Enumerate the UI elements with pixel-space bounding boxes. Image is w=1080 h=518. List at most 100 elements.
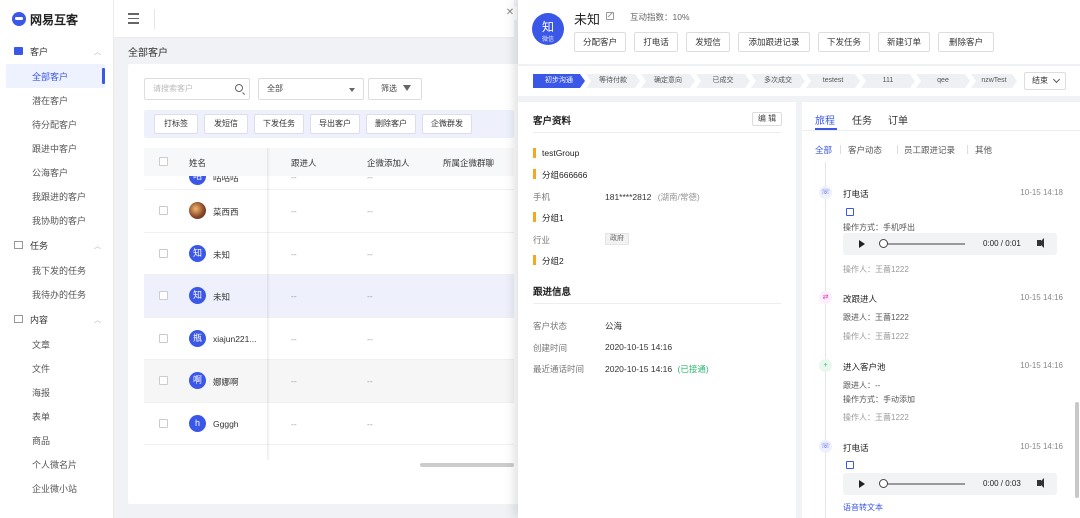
horizontal-scrollbar[interactable] bbox=[420, 463, 514, 467]
row-checkbox[interactable] bbox=[159, 206, 168, 215]
table-row[interactable]: 咕 咕咕咕 -- -- bbox=[144, 176, 514, 190]
subtab-other[interactable]: 其他 bbox=[975, 144, 992, 156]
audio-progress-track[interactable] bbox=[881, 243, 965, 245]
edit-profile-button[interactable]: 编 辑 bbox=[752, 112, 782, 126]
sidebar-item-my-assisting[interactable]: 我协助的客户 bbox=[0, 208, 113, 232]
add-follow-record-button[interactable]: 添加跟进记录 bbox=[738, 32, 810, 52]
close-icon[interactable]: ✕ bbox=[503, 6, 517, 20]
sidebar-item-public-pool[interactable]: 公海客户 bbox=[0, 160, 113, 184]
edit-icon[interactable] bbox=[846, 461, 854, 469]
tab-journey[interactable]: 旅程 bbox=[815, 112, 835, 127]
delete-customer-button[interactable]: 删除客户 bbox=[938, 32, 994, 52]
filter-button[interactable]: 筛选 bbox=[368, 78, 422, 100]
select-all-checkbox[interactable] bbox=[159, 157, 168, 166]
assign-customer-button[interactable]: 分配客户 bbox=[574, 32, 626, 52]
sidebar-item-my-todo-tasks[interactable]: 我待办的任务 bbox=[0, 282, 113, 306]
audio-player[interactable]: 0:00 / 0:03 bbox=[843, 473, 1057, 495]
scope-select[interactable]: 全部 bbox=[258, 78, 364, 100]
search-icon[interactable] bbox=[235, 84, 243, 92]
row-checkbox[interactable] bbox=[159, 376, 168, 385]
vertical-scrollbar[interactable] bbox=[1075, 402, 1079, 498]
brand-logo[interactable]: 网易互客 bbox=[0, 0, 113, 38]
speech-to-text-link[interactable]: 语音转文本 bbox=[843, 502, 883, 513]
sidebar-item-posters[interactable]: 海报 bbox=[0, 380, 113, 404]
nav-group-label: 客户 bbox=[30, 46, 49, 57]
customer-name[interactable]: 菜西西 bbox=[213, 206, 239, 218]
play-icon[interactable] bbox=[859, 480, 865, 488]
wecom-broadcast-button[interactable]: 企微群发 bbox=[422, 114, 472, 134]
edit-icon[interactable] bbox=[846, 208, 854, 216]
search-input[interactable]: 请搜索客户 bbox=[144, 78, 250, 100]
stage-step[interactable]: 多次成交 bbox=[751, 74, 805, 88]
assign-task-button[interactable]: 下发任务 bbox=[818, 32, 870, 52]
table-row-selected[interactable]: 知 未知 -- -- bbox=[144, 275, 514, 318]
sidebar-item-forms[interactable]: 表单 bbox=[0, 404, 113, 428]
tag-button[interactable]: 打标签 bbox=[154, 114, 198, 134]
table-row[interactable]: 菜西西 -- -- bbox=[144, 190, 514, 233]
column-wecom-group[interactable]: 所属企微群聊 bbox=[443, 157, 494, 169]
stage-step[interactable]: testest bbox=[806, 74, 860, 88]
column-wecom-adder[interactable]: 企微添加人 bbox=[367, 157, 410, 169]
stage-step[interactable]: 等待付款 bbox=[586, 74, 640, 88]
column-name[interactable]: 姓名 bbox=[189, 157, 206, 169]
sidebar-item-my-assigned-tasks[interactable]: 我下发的任务 bbox=[0, 258, 113, 282]
audio-progress-knob[interactable] bbox=[879, 239, 888, 248]
play-icon[interactable] bbox=[859, 240, 865, 248]
stage-step[interactable]: 初步沟通 bbox=[533, 74, 585, 88]
audio-progress-track[interactable] bbox=[881, 483, 965, 485]
stage-step[interactable]: 确定意向 bbox=[641, 74, 695, 88]
sidebar-item-my-following[interactable]: 我跟进的客户 bbox=[0, 184, 113, 208]
customer-name[interactable]: Ggggh bbox=[213, 419, 239, 429]
tab-orders[interactable]: 订单 bbox=[888, 112, 908, 127]
edit-name-icon[interactable] bbox=[606, 12, 614, 20]
column-follower[interactable]: 跟进人 bbox=[291, 157, 317, 169]
sidebar-item-following[interactable]: 跟进中客户 bbox=[0, 136, 113, 160]
row-checkbox[interactable] bbox=[159, 291, 168, 300]
subtab-all[interactable]: 全部 bbox=[815, 144, 832, 156]
table-row[interactable]: 知 未知 -- -- bbox=[144, 233, 514, 275]
end-stage-dropdown[interactable]: 结束 bbox=[1024, 72, 1066, 90]
customer-name[interactable]: 娜娜啊 bbox=[213, 376, 239, 388]
call-button[interactable]: 打电话 bbox=[634, 32, 678, 52]
sidebar-item-products[interactable]: 商品 bbox=[0, 428, 113, 452]
subtab-staff-records[interactable]: 员工跟进记录 bbox=[904, 144, 955, 156]
volume-icon[interactable] bbox=[1037, 478, 1044, 488]
sms-button[interactable]: 发短信 bbox=[204, 114, 248, 134]
customer-name[interactable]: 未知 bbox=[213, 291, 230, 303]
export-button[interactable]: 导出客户 bbox=[310, 114, 360, 134]
subtab-customer-activity[interactable]: 客户动态 bbox=[848, 144, 882, 156]
customer-name[interactable]: 未知 bbox=[213, 249, 230, 261]
nav-group-content[interactable]: 内容 ︿ bbox=[0, 306, 113, 332]
row-checkbox[interactable] bbox=[159, 418, 168, 428]
menu-toggle-icon[interactable] bbox=[128, 13, 139, 24]
sidebar-item-unassigned[interactable]: 待分配客户 bbox=[0, 112, 113, 136]
stage-step[interactable]: nzwTest bbox=[971, 74, 1017, 88]
audio-progress-knob[interactable] bbox=[879, 479, 888, 488]
table-row[interactable]: 瓶 xiajun221... -- -- bbox=[144, 318, 514, 360]
sidebar-item-micro-site[interactable]: 企业微小站 bbox=[0, 476, 113, 500]
delete-customers-button[interactable]: 删除客户 bbox=[366, 114, 416, 134]
sidebar-item-files[interactable]: 文件 bbox=[0, 356, 113, 380]
sidebar-item-articles[interactable]: 文章 bbox=[0, 332, 113, 356]
sidebar-item-business-card[interactable]: 个人微名片 bbox=[0, 452, 113, 476]
sidebar-item-potential[interactable]: 潜在客户 bbox=[0, 88, 113, 112]
volume-icon[interactable] bbox=[1037, 238, 1044, 248]
new-order-button[interactable]: 新建订单 bbox=[878, 32, 930, 52]
table-row[interactable]: 啊 娜娜啊 -- -- bbox=[144, 360, 514, 403]
sms-button[interactable]: 发短信 bbox=[686, 32, 730, 52]
customer-name[interactable]: 咕咕咕 bbox=[213, 176, 239, 184]
row-checkbox[interactable] bbox=[159, 248, 168, 258]
stage-step[interactable]: qee bbox=[916, 74, 970, 88]
nav-group-customers[interactable]: 客户 ︿ bbox=[0, 38, 113, 64]
sidebar-item-all-customers[interactable]: 全部客户 bbox=[6, 64, 105, 88]
audio-player[interactable]: 0:00 / 0:01 bbox=[843, 233, 1057, 255]
timeline-text: 跟进人：-- bbox=[843, 381, 881, 390]
stage-step[interactable]: 111 bbox=[861, 74, 915, 88]
tab-tasks[interactable]: 任务 bbox=[852, 112, 872, 127]
row-checkbox[interactable] bbox=[159, 333, 168, 343]
customer-name[interactable]: xiajun221... bbox=[213, 334, 256, 344]
nav-group-tasks[interactable]: 任务 ︿ bbox=[0, 232, 113, 258]
stage-step[interactable]: 已成交 bbox=[696, 74, 750, 88]
table-row[interactable]: h Ggggh -- -- bbox=[144, 403, 514, 445]
assign-task-button[interactable]: 下发任务 bbox=[254, 114, 304, 134]
